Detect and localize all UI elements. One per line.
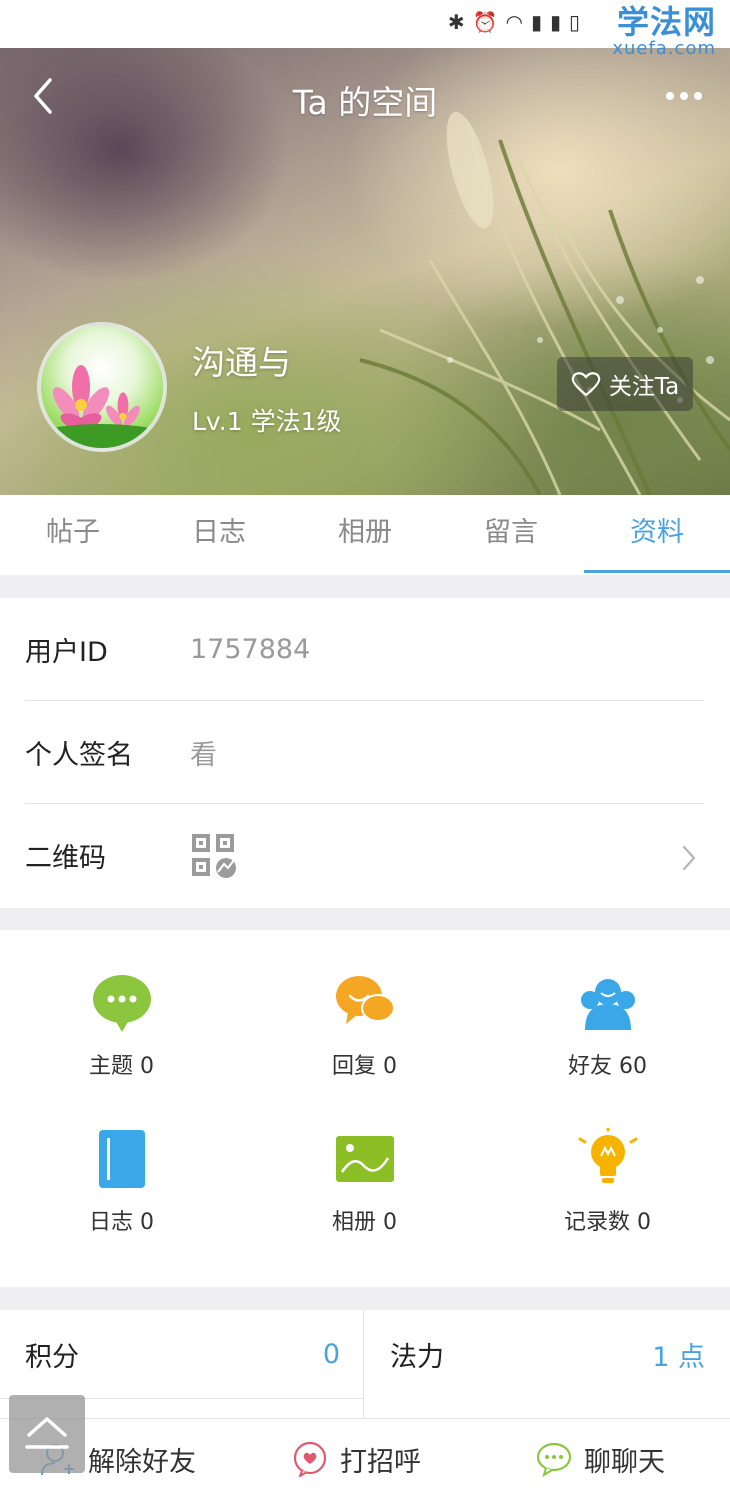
stat-topics-label: 主题 0 bbox=[89, 1054, 154, 1079]
qrcode-icon bbox=[192, 833, 236, 878]
heart-bubble-icon bbox=[293, 1441, 327, 1477]
user-id-row: 用户ID 1757884 bbox=[25, 598, 705, 701]
mana-cell: 法力 1 点 bbox=[390, 1310, 705, 1398]
more-dot-icon bbox=[694, 92, 702, 100]
chat-bubble-icon bbox=[92, 975, 151, 1032]
chat-icon bbox=[536, 1442, 572, 1477]
signal-icon: ▮ bbox=[530, 10, 542, 34]
alarm-icon: ⏰ bbox=[472, 10, 498, 34]
user-id-label: 用户ID bbox=[25, 636, 108, 668]
chat-button[interactable]: 聊聊天 bbox=[536, 1419, 665, 1499]
tab-profile[interactable]: 资料 bbox=[584, 495, 730, 575]
site-watermark: 学法网 xuefa.com bbox=[612, 4, 716, 58]
wifi-icon: ◠ bbox=[505, 10, 523, 34]
qrcode-label: 二维码 bbox=[25, 843, 106, 874]
stat-replies[interactable]: 回复 0 bbox=[243, 972, 486, 1080]
signal-icon: ▮ bbox=[549, 10, 561, 34]
friends-icon bbox=[580, 979, 635, 1030]
stat-friends-label: 好友 60 bbox=[568, 1054, 647, 1079]
signature-value: 看 bbox=[190, 739, 217, 771]
watermark-main: 学法网 bbox=[616, 3, 716, 41]
stat-logs[interactable]: 日志 0 bbox=[0, 1128, 243, 1236]
tab-album[interactable]: 相册 bbox=[292, 495, 438, 575]
stat-topics[interactable]: 主题 0 bbox=[0, 972, 243, 1080]
qrcode-row[interactable]: 二维码 bbox=[25, 804, 705, 907]
stat-logs-label: 日志 0 bbox=[89, 1210, 154, 1235]
reply-bubbles-icon bbox=[335, 976, 395, 1024]
stat-replies-label: 回复 0 bbox=[332, 1054, 397, 1079]
image-icon bbox=[335, 1136, 394, 1182]
mana-value: 1 点 bbox=[652, 1341, 705, 1373]
mana-label: 法力 bbox=[390, 1341, 444, 1373]
chevron-right-icon bbox=[682, 845, 696, 871]
status-bar: ✱ ⏰ ◠ ▮ ▮ ▯ 学法网 xuefa.com bbox=[0, 0, 730, 58]
points-cell: 积分 0 bbox=[25, 1310, 340, 1398]
stat-records-label: 记录数 0 bbox=[564, 1210, 651, 1235]
status-icons: ✱ ⏰ ◠ ▮ ▮ ▯ bbox=[448, 10, 580, 34]
watermark-sub: xuefa.com bbox=[612, 38, 716, 59]
scroll-to-top-button[interactable] bbox=[9, 1395, 85, 1473]
tab-posts[interactable]: 帖子 bbox=[0, 495, 146, 575]
more-menu-button[interactable] bbox=[662, 80, 706, 112]
points-value: 0 bbox=[322, 1338, 340, 1370]
page-title: Ta 的空间 bbox=[292, 83, 438, 122]
user-id-value: 1757884 bbox=[190, 633, 311, 665]
more-dot-icon bbox=[680, 92, 688, 100]
greet-button[interactable]: 打招呼 bbox=[292, 1419, 421, 1499]
user-name: 沟通与 bbox=[192, 343, 291, 382]
tab-messages[interactable]: 留言 bbox=[438, 495, 584, 575]
chevron-up-icon bbox=[25, 1417, 69, 1449]
follow-button[interactable]: 关注Ta bbox=[557, 357, 693, 411]
heart-icon bbox=[571, 372, 601, 397]
more-dot-icon bbox=[666, 92, 674, 100]
profile-info: 用户ID 1757884 个人签名 看 二维码 bbox=[0, 598, 730, 908]
notebook-icon bbox=[98, 1130, 145, 1188]
profile-tabs: 帖子 日志 相册 留言 资料 bbox=[0, 495, 730, 575]
stat-albums-label: 相册 0 bbox=[332, 1210, 397, 1235]
unfriend-label: 解除好友 bbox=[88, 1446, 196, 1478]
signature-row: 个人签名 看 bbox=[25, 701, 705, 804]
tab-logs[interactable]: 日志 bbox=[146, 495, 292, 575]
stat-friends[interactable]: 好友 60 bbox=[486, 972, 729, 1080]
avatar[interactable] bbox=[37, 322, 167, 452]
greet-label: 打招呼 bbox=[340, 1446, 421, 1478]
score-section: 积分 0 法力 1 点 bbox=[0, 1310, 730, 1420]
stats-grid: 主题 0 回复 0 好友 60 日志 0 相册 0 记录数 0 bbox=[0, 930, 730, 1287]
lotus-avatar-image bbox=[41, 365, 163, 448]
lightbulb-icon bbox=[578, 1128, 637, 1183]
user-level: Lv.1 学法1级 bbox=[192, 407, 342, 436]
divider bbox=[363, 1310, 364, 1420]
signature-label: 个人签名 bbox=[25, 739, 133, 771]
stat-records[interactable]: 记录数 0 bbox=[486, 1128, 729, 1236]
follow-label: 关注Ta bbox=[608, 374, 680, 400]
battery-icon: ▯ bbox=[568, 10, 580, 34]
chat-label: 聊聊天 bbox=[584, 1446, 665, 1478]
bluetooth-icon: ✱ bbox=[447, 10, 465, 34]
points-label: 积分 bbox=[25, 1341, 79, 1373]
stat-albums[interactable]: 相册 0 bbox=[243, 1128, 486, 1236]
bottom-action-bar: 解除好友 打招呼 聊聊天 bbox=[0, 1418, 730, 1500]
profile-header: Ta 的空间 沟通与 Lv.1 学法1级 关注Ta bbox=[0, 0, 730, 495]
